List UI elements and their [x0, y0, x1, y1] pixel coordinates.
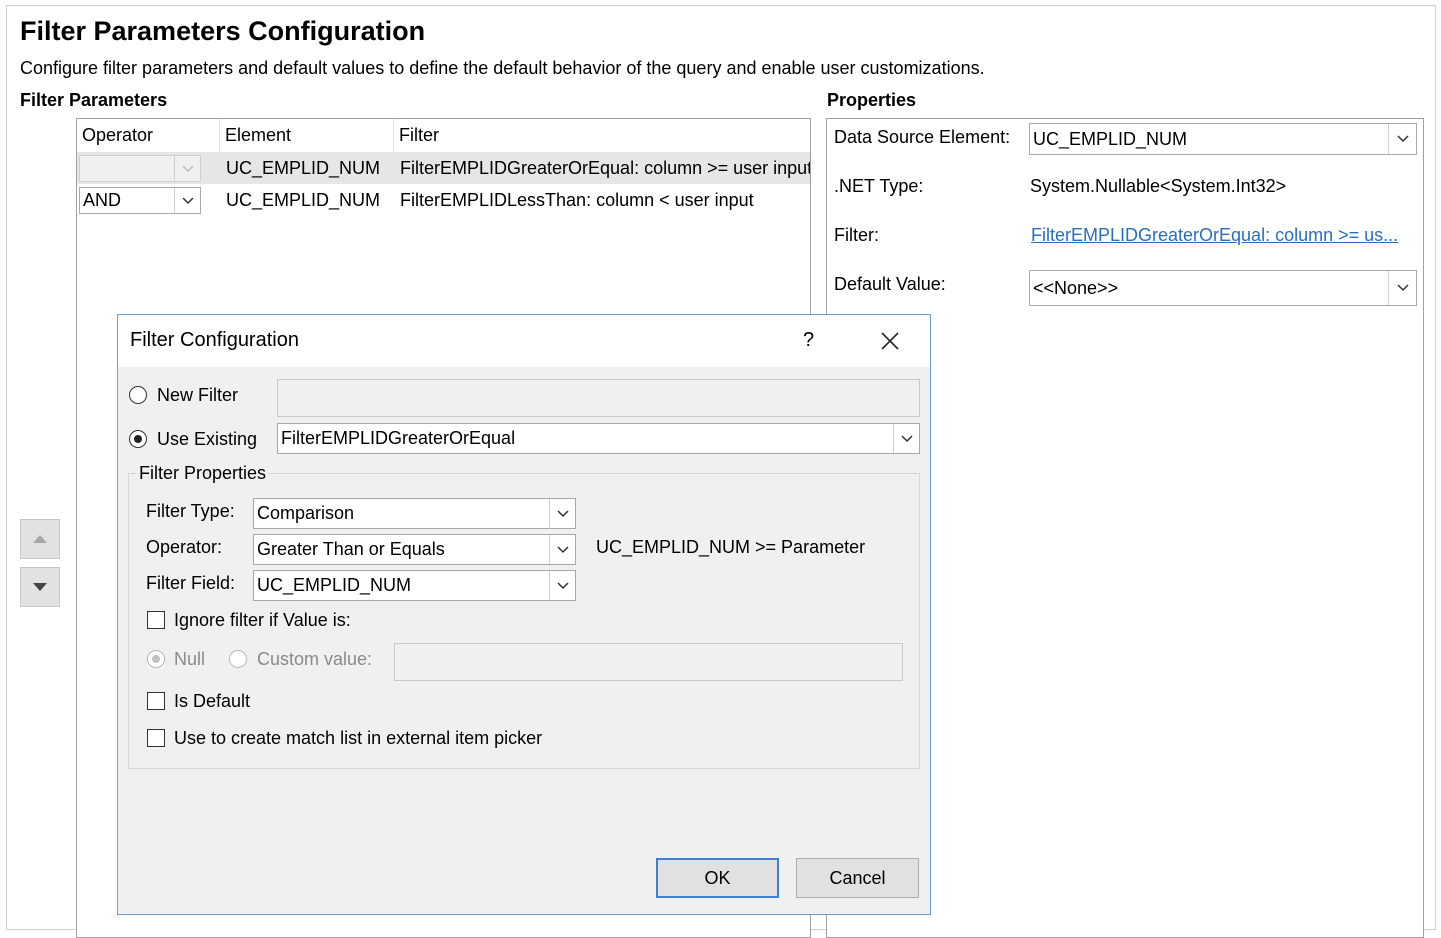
row-element: UC_EMPLID_NUM — [226, 158, 381, 178]
data-source-value: UC_EMPLID_NUM — [1033, 129, 1188, 149]
filter-type-combo[interactable]: Comparison — [253, 498, 576, 529]
close-icon[interactable] — [880, 331, 900, 351]
custom-value-input — [394, 643, 903, 681]
filter-field-label: Filter Field: — [146, 573, 236, 593]
row-operator-combo[interactable]: AND — [79, 187, 201, 214]
chevron-down-icon[interactable] — [549, 535, 575, 564]
row-operator-combo — [79, 155, 201, 182]
table-row[interactable]: AND UC_EMPLID_NUM FilterEMPLIDLessThan: … — [77, 184, 810, 216]
row-filter: FilterEMPLIDGreaterOrEqual: column >= us… — [400, 158, 810, 178]
ignore-filter-label: Ignore filter if Value is: — [174, 610, 351, 630]
default-value-label: Default Value: — [834, 274, 946, 294]
page-title: Filter Parameters Configuration — [20, 16, 426, 46]
operator-label: Operator: — [146, 537, 223, 557]
column-header-filter[interactable]: Filter — [393, 119, 810, 152]
use-existing-label: Use Existing — [157, 429, 258, 449]
ignore-filter-checkbox[interactable] — [147, 611, 165, 629]
operator-expression: UC_EMPLID_NUM >= Parameter — [596, 537, 866, 557]
match-list-label: Use to create match list in external ite… — [174, 728, 543, 748]
properties-title: Properties — [827, 90, 917, 110]
filter-field-value: UC_EMPLID_NUM — [257, 575, 412, 595]
new-filter-label: New Filter — [157, 385, 239, 405]
chevron-down-icon — [174, 156, 200, 181]
filter-properties-title: Filter Properties — [137, 463, 269, 484]
move-up-button[interactable] — [20, 519, 60, 559]
ok-button[interactable]: OK — [656, 858, 779, 898]
column-header-element[interactable]: Element — [219, 119, 393, 152]
filter-parameters-title: Filter Parameters — [20, 90, 168, 110]
table-row[interactable]: UC_EMPLID_NUM FilterEMPLIDGreaterOrEqual… — [77, 152, 810, 184]
filter-label: Filter: — [834, 225, 879, 245]
triangle-down-icon — [33, 583, 47, 591]
dialog-title: Filter Configuration — [130, 329, 299, 351]
operator-value: Greater Than or Equals — [257, 539, 445, 559]
chevron-down-icon[interactable] — [549, 571, 575, 600]
chevron-down-icon[interactable] — [1388, 124, 1416, 154]
data-source-label: Data Source Element: — [834, 127, 1011, 147]
net-type-value: System.Nullable<System.Int32> — [1030, 176, 1287, 196]
new-filter-radio[interactable] — [129, 386, 147, 404]
use-existing-radio[interactable] — [129, 430, 147, 448]
use-existing-combo[interactable]: FilterEMPLIDGreaterOrEqual — [277, 423, 920, 454]
chevron-down-icon[interactable] — [893, 424, 919, 453]
move-down-button[interactable] — [20, 567, 60, 607]
row-element: UC_EMPLID_NUM — [226, 190, 381, 210]
chevron-down-icon[interactable] — [174, 188, 200, 213]
dialog-titlebar: Filter Configuration ? — [118, 315, 930, 367]
filter-type-value: Comparison — [257, 503, 355, 523]
row-operator-value: AND — [83, 190, 122, 210]
operator-combo[interactable]: Greater Than or Equals — [253, 534, 576, 565]
column-header-operator[interactable]: Operator — [77, 119, 219, 152]
row-filter: FilterEMPLIDLessThan: column < user inpu… — [400, 190, 754, 210]
triangle-up-icon — [33, 535, 47, 543]
custom-value-label: Custom value: — [257, 649, 373, 669]
filter-link[interactable]: FilterEMPLIDGreaterOrEqual: column >= us… — [1031, 225, 1398, 246]
custom-value-radio[interactable] — [229, 650, 247, 668]
use-existing-value: FilterEMPLIDGreaterOrEqual — [281, 428, 516, 448]
data-source-combo[interactable]: UC_EMPLID_NUM — [1029, 123, 1417, 155]
default-value-combo[interactable]: <<None>> — [1029, 270, 1417, 306]
is-default-checkbox[interactable] — [147, 692, 165, 710]
filter-configuration-dialog: Filter Configuration ? New Filter Use Ex… — [117, 314, 931, 915]
match-list-checkbox[interactable] — [147, 729, 165, 747]
is-default-label: Is Default — [174, 691, 251, 711]
cancel-button[interactable]: Cancel — [796, 858, 919, 898]
filter-field-combo[interactable]: UC_EMPLID_NUM — [253, 570, 576, 601]
filter-type-label: Filter Type: — [146, 501, 235, 521]
null-radio[interactable] — [147, 650, 165, 668]
help-button[interactable]: ? — [803, 329, 814, 352]
chevron-down-icon[interactable] — [1388, 271, 1416, 305]
net-type-label: .NET Type: — [834, 176, 924, 196]
null-label: Null — [174, 649, 206, 669]
page-description: Configure filter parameters and default … — [20, 58, 985, 78]
chevron-down-icon[interactable] — [549, 499, 575, 528]
new-filter-input — [277, 379, 920, 417]
default-value-value: <<None>> — [1033, 278, 1119, 298]
